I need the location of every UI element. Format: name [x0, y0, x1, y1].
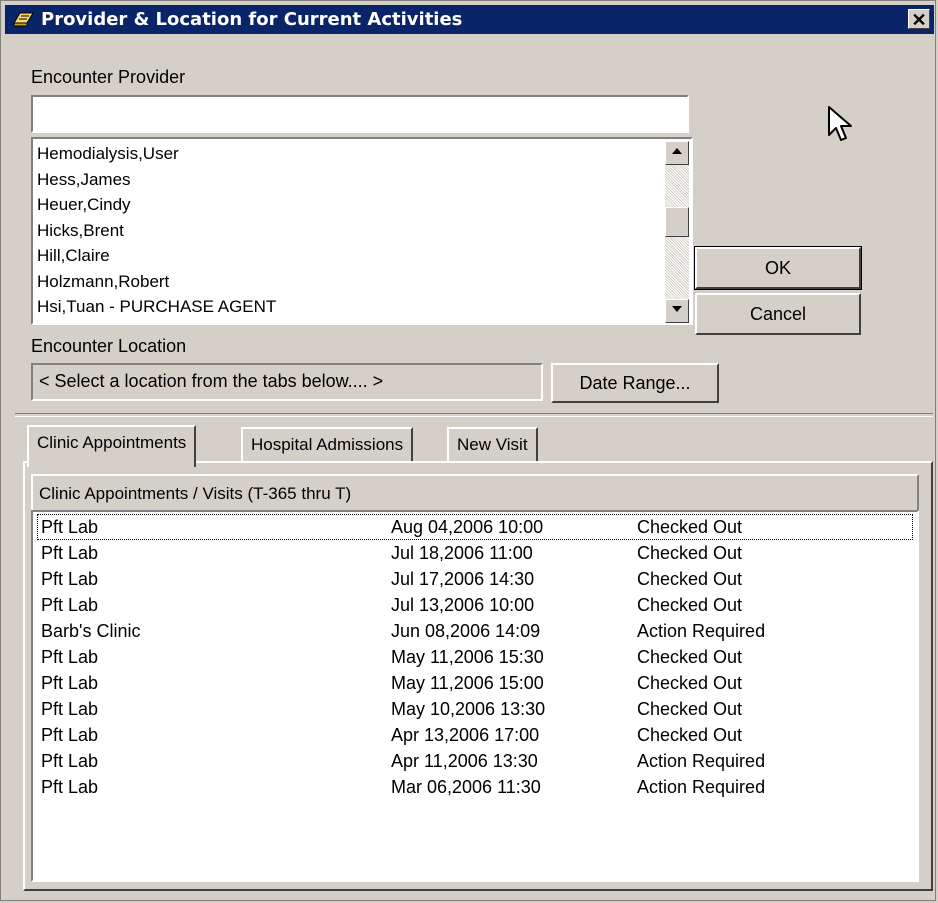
appointment-status: Action Required [637, 751, 766, 771]
appointment-status: Checked Out [637, 647, 743, 667]
provider-list-item[interactable]: Heuer,Cindy [37, 192, 276, 218]
appointment-row[interactable]: Pft Lab Mar 06,2006 11:30 Action Required [37, 774, 913, 800]
appointment-datetime: Jun 08,2006 14:09 [391, 621, 541, 641]
appointment-row[interactable]: Barb's Clinic Jun 08,2006 14:09 Action Req… [37, 618, 913, 644]
tab-clinic-appointments[interactable]: Clinic Appointments [27, 425, 197, 467]
title-bar[interactable]: Provider & Location for Current Activiti… [5, 5, 934, 34]
provider-list-item[interactable]: Hemodialysis,User [37, 141, 276, 167]
provider-list-item[interactable]: Holzmann,Robert [37, 269, 276, 295]
appointment-status: Action Required [637, 621, 766, 641]
cancel-button[interactable]: Cancel [695, 293, 861, 335]
appointment-status: Checked Out [637, 673, 743, 693]
appointment-location: Barb's Clinic [41, 621, 141, 641]
appointments-list[interactable]: Pft Lab Aug 04,2006 10:00 Checked Out Pft L… [31, 510, 919, 882]
appointment-datetime: May 11,2006 15:00 [391, 673, 544, 693]
appointment-datetime: Mar 06,2006 11:30 [391, 777, 541, 797]
scroll-down-button[interactable] [665, 299, 689, 323]
appointment-status: Checked Out [637, 543, 743, 563]
dialog-window: Provider & Location for Current Activiti… [0, 0, 936, 901]
provider-list-item[interactable]: Hsi,Tuan - PURCHASE AGENT [37, 294, 276, 320]
provider-search-input[interactable] [31, 95, 689, 133]
appointment-row[interactable]: Pft Lab Jul 18,2006 11:00 Checked Out [37, 540, 913, 566]
clipboard-icon [13, 12, 34, 27]
appointment-status: Checked Out [637, 699, 743, 719]
appointment-status: Checked Out [637, 517, 743, 537]
appointment-status: Checked Out [637, 595, 743, 615]
appointment-row[interactable]: Pft Lab Apr 11,2006 13:30 Action Required [37, 748, 913, 774]
appointment-datetime: May 10,2006 13:30 [391, 699, 546, 719]
divider [15, 413, 933, 417]
appointment-location: Pft Lab [41, 543, 99, 563]
location-field[interactable]: < Select a location from the tabs below.… [31, 363, 543, 401]
tab-new-visit[interactable]: New Visit [447, 427, 538, 463]
appointment-datetime: Apr 13,2006 17:00 [391, 725, 540, 745]
close-button[interactable]: ✕ [908, 9, 930, 30]
provider-list-item[interactable]: Hill,Claire [37, 243, 276, 269]
provider-list-item[interactable]: Hess,James [37, 167, 276, 193]
appointment-datetime: Jul 17,2006 14:30 [391, 569, 535, 589]
mouse-pointer-icon [828, 106, 852, 141]
appointment-location: Pft Lab [41, 777, 99, 797]
appointment-row[interactable]: Pft Lab May 11,2006 15:30 Checked Out [37, 644, 913, 670]
provider-list: Hemodialysis,User Hess,James Heuer,Cindy Hi… [37, 141, 276, 320]
appointment-status: Action Required [637, 777, 766, 797]
provider-scrollbar[interactable] [665, 141, 689, 323]
arrow-down-icon [672, 306, 682, 312]
encounter-location-label: Encounter Location [31, 336, 187, 356]
appointment-datetime: Jul 18,2006 11:00 [391, 543, 533, 563]
appointment-datetime: Apr 11,2006 13:30 [391, 751, 538, 771]
provider-list-item[interactable]: Hicks,Brent [37, 218, 276, 244]
appointment-location: Pft Lab [41, 673, 99, 693]
appointment-row[interactable]: Pft Lab Jul 17,2006 14:30 Checked Out [37, 566, 913, 592]
scroll-thumb[interactable] [665, 207, 689, 237]
appointment-location: Pft Lab [41, 517, 99, 537]
date-range-button[interactable]: Date Range... [551, 363, 719, 403]
appointment-datetime: Jul 13,2006 10:00 [391, 595, 535, 615]
appointments-header[interactable]: Clinic Appointments / Visits (T-365 thru… [31, 474, 919, 512]
encounter-provider-label: Encounter Provider [31, 67, 186, 87]
close-icon: ✕ [911, 10, 927, 30]
arrow-up-icon [672, 148, 682, 154]
appointment-status: Checked Out [637, 569, 743, 589]
appointment-datetime: Aug 04,2006 10:00 [391, 517, 544, 537]
window-title: Provider & Location for Current Activiti… [41, 9, 463, 30]
appointment-row[interactable]: Pft Lab Jul 13,2006 10:00 Checked Out [37, 592, 913, 618]
appointment-row[interactable]: Pft Lab May 11,2006 15:00 Checked Out [37, 670, 913, 696]
appointment-location: Pft Lab [41, 569, 99, 589]
appointment-location: Pft Lab [41, 725, 99, 745]
appointment-location: Pft Lab [41, 647, 99, 667]
provider-listbox[interactable]: Hemodialysis,User Hess,James Heuer,Cindy Hi… [31, 137, 693, 325]
appointment-status: Checked Out [637, 725, 743, 745]
scroll-up-button[interactable] [665, 141, 689, 165]
appointment-location: Pft Lab [41, 595, 99, 615]
appointment-location: Pft Lab [41, 751, 99, 771]
appointment-datetime: May 11,2006 15:30 [391, 647, 544, 667]
tab-hospital-admissions[interactable]: Hospital Admissions [241, 427, 414, 463]
ok-button[interactable]: OK [694, 246, 862, 290]
appointment-row[interactable]: Pft Lab Aug 04,2006 10:00 Checked Out [37, 514, 913, 540]
appointment-row[interactable]: Pft Lab May 10,2006 13:30 Checked Out [37, 696, 913, 722]
appointment-row[interactable]: Pft Lab Apr 13,2006 17:00 Checked Out [37, 722, 913, 748]
appointment-location: Pft Lab [41, 699, 99, 719]
